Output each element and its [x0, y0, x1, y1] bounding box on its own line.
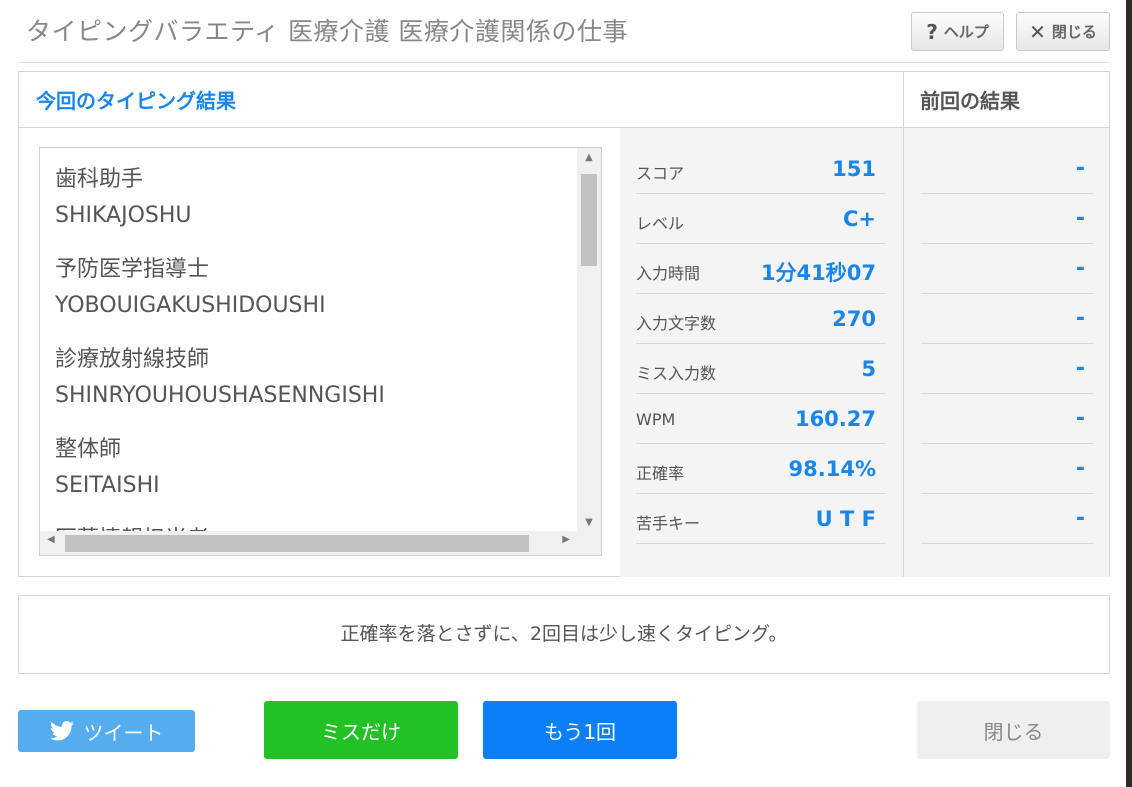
prev-value: -	[1075, 256, 1085, 281]
background-edge	[1126, 0, 1132, 787]
help-button[interactable]: ? ヘルプ	[911, 12, 1004, 51]
results-panel: 今回のタイピング結果 前回の結果 歯科助手 SHIKAJOSHU 予防医学指導士…	[18, 71, 1110, 577]
prev-value: -	[1075, 506, 1085, 531]
close-button[interactable]: 閉じる	[917, 701, 1110, 759]
prev-row-accuracy: -	[921, 444, 1093, 494]
prev-row-misses: -	[921, 344, 1093, 394]
twitter-bird-icon	[49, 721, 74, 741]
advice-message: 正確率を落とさずに、2回目は少し速くタイピング。	[18, 595, 1110, 674]
stat-label: WPM	[636, 410, 676, 429]
stat-label: レベル	[636, 214, 685, 233]
stat-value: 160.27	[794, 407, 876, 431]
stat-value: U T F	[815, 507, 876, 531]
word-romaji: SEITAISHI	[55, 473, 160, 498]
result-dialog: タイピングバラエティ 医療介護 医療介護関係の仕事 ? ヘルプ ✕ 閉じる 今回…	[0, 0, 1126, 787]
stat-value: C+	[842, 207, 876, 231]
prev-value: -	[1075, 156, 1085, 181]
stat-label: 苦手キー	[636, 514, 701, 533]
close-icon: ✕	[1029, 19, 1046, 44]
prev-value: -	[1075, 456, 1085, 481]
prev-value: -	[1075, 406, 1085, 431]
prev-value: -	[1075, 356, 1085, 381]
stat-label: 入力時間	[636, 264, 701, 283]
prev-row-chars: -	[921, 294, 1093, 344]
stat-row-misses: ミス入力数 5	[636, 344, 885, 394]
word-item: 診療放射線技師 SHINRYOUHOUSHASENNGISHI	[55, 342, 575, 414]
word-japanese: 歯科助手	[55, 167, 144, 192]
close-top-label: 閉じる	[1051, 23, 1097, 41]
vertical-scroll-thumb[interactable]	[581, 174, 597, 266]
question-icon: ?	[926, 19, 938, 44]
word-japanese: 予防医学指導士	[55, 257, 210, 282]
current-results-heading: 今回のタイピング結果	[19, 72, 903, 128]
word-japanese: 診療放射線技師	[55, 347, 210, 372]
horizontal-scrollbar[interactable]: ◀ ▶	[40, 531, 578, 555]
tweet-button[interactable]: ツイート	[18, 710, 195, 752]
stat-row-time: 入力時間 1分41秒07	[636, 244, 885, 294]
stat-value: 1分41秒07	[760, 261, 876, 285]
word-romaji: YOBOUIGAKUSHIDOUSHI	[55, 293, 326, 318]
prev-row-level: -	[921, 194, 1093, 244]
scrollbar-corner	[577, 531, 601, 555]
word-item: 歯科助手 SHIKAJOSHU	[55, 162, 575, 234]
stat-row-level: レベル C+	[636, 194, 885, 244]
previous-results-heading: 前回の結果	[903, 72, 1109, 128]
scroll-right-icon[interactable]: ▶	[562, 534, 570, 545]
word-item: 整体師 SEITAISHI	[55, 432, 575, 504]
prev-row-weak-keys: -	[921, 494, 1093, 544]
stat-label: 正確率	[636, 464, 685, 483]
miss-only-button[interactable]: ミスだけ	[264, 701, 458, 759]
stat-row-chars: 入力文字数 270	[636, 294, 885, 344]
stat-label: スコア	[636, 164, 685, 183]
scroll-up-icon[interactable]: ▲	[577, 152, 601, 163]
scroll-left-icon[interactable]: ◀	[47, 534, 55, 545]
word-romaji: SHIKAJOSHU	[55, 203, 192, 228]
stat-label: ミス入力数	[636, 364, 717, 383]
prev-row-time: -	[921, 244, 1093, 294]
stat-label: 入力文字数	[636, 314, 717, 333]
prev-row-score: -	[921, 144, 1093, 194]
prev-value: -	[1075, 206, 1085, 231]
stat-row-wpm: WPM 160.27	[636, 394, 885, 444]
close-top-button[interactable]: ✕ 閉じる	[1016, 12, 1110, 51]
current-stats: スコア 151 レベル C+ 入力時間 1分41秒07 入力文字数 270 ミス…	[620, 128, 903, 577]
retry-button[interactable]: もう1回	[483, 701, 677, 759]
prev-row-wpm: -	[921, 394, 1093, 444]
word-japanese: 整体師	[55, 437, 122, 462]
typed-words-list[interactable]: 歯科助手 SHIKAJOSHU 予防医学指導士 YOBOUIGAKUSHIDOU…	[39, 147, 602, 556]
stat-value: 151	[832, 157, 876, 181]
stat-row-weak-keys: 苦手キー U T F	[636, 494, 885, 544]
word-item: 予防医学指導士 YOBOUIGAKUSHIDOUSHI	[55, 252, 575, 324]
stat-row-accuracy: 正確率 98.14%	[636, 444, 885, 494]
horizontal-scroll-thumb[interactable]	[65, 535, 529, 552]
vertical-scrollbar[interactable]: ▲ ▼	[577, 148, 601, 532]
help-label: ヘルプ	[943, 23, 989, 41]
prev-value: -	[1075, 306, 1085, 331]
stat-value: 270	[832, 307, 876, 331]
previous-stats: - - - - - - - -	[903, 128, 1109, 577]
title-divider	[18, 62, 1110, 63]
page-title: タイピングバラエティ 医療介護 医療介護関係の仕事	[26, 17, 628, 46]
stat-value: 5	[861, 357, 876, 381]
word-romaji: SHINRYOUHOUSHASENNGISHI	[55, 383, 385, 408]
tweet-label: ツイート	[83, 720, 164, 745]
stat-value: 98.14%	[788, 457, 876, 481]
stat-row-score: スコア 151	[636, 144, 885, 194]
scroll-down-icon[interactable]: ▼	[577, 517, 601, 528]
